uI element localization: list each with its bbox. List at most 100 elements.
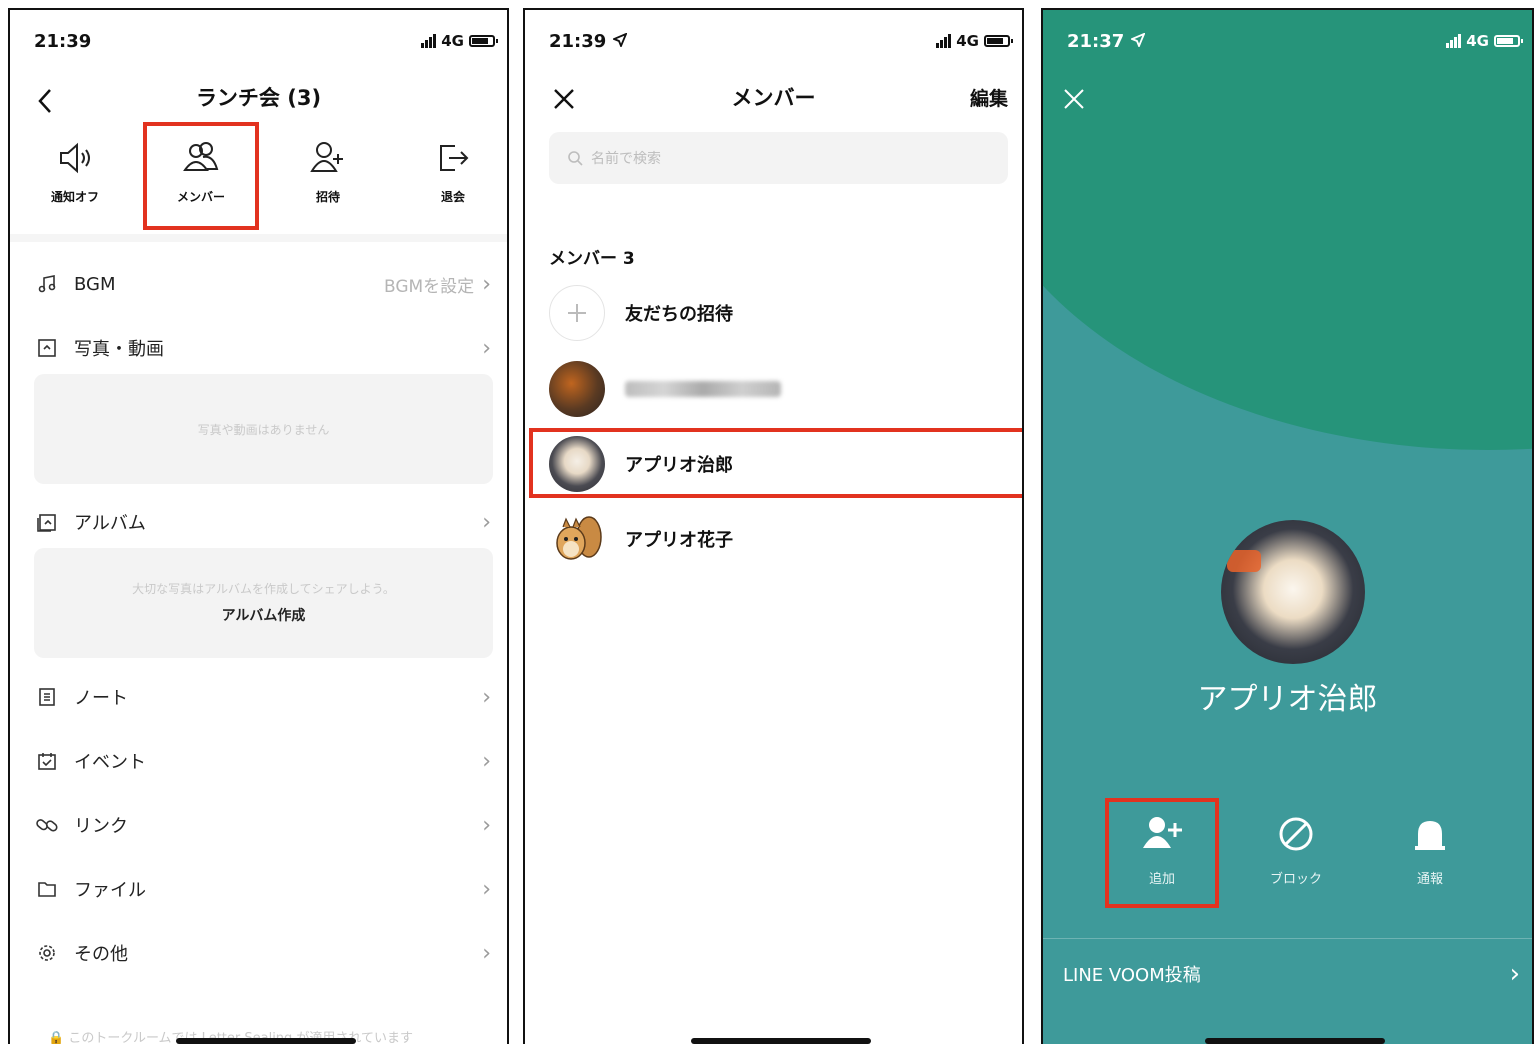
report-label: 通報: [1416, 872, 1443, 887]
status-bar: 21:39 4G: [34, 28, 498, 54]
block-label: ブロック: [1269, 872, 1322, 887]
speaker-mute-icon: [60, 142, 90, 174]
plus-icon: [549, 285, 605, 341]
member-count-header: メンバー 3: [549, 249, 635, 269]
album-row[interactable]: アルバム ›: [10, 502, 507, 542]
calendar-icon: [38, 753, 56, 770]
notification-off-button[interactable]: 通知オフ: [20, 138, 130, 205]
divider: [1043, 938, 1532, 939]
invite-button[interactable]: 招待: [273, 138, 383, 205]
profile-screen: 21:37 4G アプリオ治郎 追加 ブロック 通報 LINE VOOM投稿 ›: [1041, 8, 1534, 1044]
search-icon: [568, 151, 583, 166]
album-create-button[interactable]: アルバム作成: [34, 605, 493, 625]
bgm-value: BGMを設定: [383, 276, 475, 297]
leave-label: 退会: [440, 190, 465, 204]
notification-off-label: 通知オフ: [50, 190, 99, 204]
chevron-right-icon: ›: [482, 509, 491, 535]
leave-button[interactable]: 退会: [398, 138, 507, 205]
edit-button[interactable]: 編集: [970, 84, 1008, 111]
note-icon: [39, 688, 55, 706]
chevron-right-icon: ›: [482, 271, 491, 297]
add-friend-icon: [310, 142, 343, 172]
chevron-right-icon: ›: [482, 940, 491, 966]
file-row[interactable]: ファイル ›: [10, 869, 507, 909]
report-button[interactable]: 通報: [1375, 814, 1485, 887]
profile-avatar[interactable]: [1221, 520, 1365, 664]
close-button[interactable]: [1061, 86, 1087, 112]
event-row[interactable]: イベント ›: [10, 741, 507, 781]
photo-icon: [38, 339, 56, 357]
section-divider: [10, 234, 507, 242]
home-indicator[interactable]: [691, 1038, 871, 1044]
note-label: ノート: [74, 688, 128, 709]
members-highlight-box: [143, 122, 259, 230]
member-row-aprio-hanako[interactable]: アプリオ花子: [549, 510, 1022, 568]
note-row[interactable]: ノート ›: [10, 677, 507, 717]
line-voom-posts-row[interactable]: LINE VOOM投稿 ›: [1063, 958, 1520, 990]
invite-friends-label: 友だちの招待: [625, 304, 733, 325]
link-row[interactable]: リンク ›: [10, 805, 507, 845]
event-label: イベント: [74, 752, 146, 773]
folder-icon: [38, 882, 56, 897]
chevron-right-icon: ›: [482, 684, 491, 710]
blurred-member-name: [625, 381, 781, 397]
close-icon: [1064, 89, 1084, 109]
battery-icon: [469, 35, 498, 47]
battery-icon: [1494, 35, 1523, 47]
report-bell-icon: [1415, 821, 1445, 850]
file-label: ファイル: [74, 880, 146, 901]
member-list-screen: 21:39 4G メンバー 編集 名前で検索 メンバー 3 友だちの招待 アプリ…: [523, 8, 1024, 1044]
photos-label: 写真・動画: [74, 339, 164, 360]
link-label: リンク: [74, 816, 128, 837]
block-icon: [1279, 817, 1313, 851]
page-title: メンバー: [731, 86, 816, 110]
album-empty-box: 大切な写真はアルバムを作成してシェアしよう。 アルバム作成: [34, 548, 493, 658]
network-label: 4G: [441, 32, 464, 50]
search-placeholder: 名前で検索: [591, 151, 661, 167]
signal-icon: [421, 34, 437, 48]
network-label: 4G: [956, 32, 979, 50]
photos-empty-text: 写真や動画はありません: [197, 423, 330, 437]
invite-label: 招待: [315, 190, 340, 204]
signal-icon: [1446, 34, 1462, 48]
food-avatar: [549, 361, 605, 417]
invite-friends-row[interactable]: 友だちの招待: [549, 284, 1022, 342]
group-settings-screen: 21:39 4G ランチ会 (3) 通知オフ メンバー 招待 退会 BGM BG…: [8, 8, 509, 1044]
chevron-right-icon: ›: [1509, 959, 1520, 989]
member-row[interactable]: [549, 360, 1022, 418]
home-indicator[interactable]: [1205, 1038, 1385, 1044]
status-time: 21:37: [1067, 31, 1146, 52]
status-bar: 21:39 4G: [549, 28, 1013, 54]
member-name: アプリオ花子: [625, 530, 733, 551]
battery-icon: [984, 35, 1013, 47]
status-bar: 21:37 4G: [1067, 28, 1523, 54]
gear-icon: [39, 945, 55, 961]
status-time: 21:39: [34, 30, 92, 52]
search-input[interactable]: 名前で検索: [549, 132, 1008, 184]
status-time: 21:39: [549, 31, 628, 52]
location-arrow-icon: [1129, 31, 1146, 48]
chevron-right-icon: ›: [482, 812, 491, 838]
line-voom-label: LINE VOOM投稿: [1063, 965, 1201, 986]
chevron-right-icon: ›: [482, 876, 491, 902]
photos-empty-box: 写真や動画はありません: [34, 374, 493, 484]
network-label: 4G: [1466, 32, 1489, 50]
block-button[interactable]: ブロック: [1241, 814, 1351, 887]
other-label: その他: [74, 944, 128, 965]
album-hint: 大切な写真はアルバムを作成してシェアしよう。: [132, 582, 395, 596]
music-note-icon: [38, 275, 56, 293]
squirrel-avatar: [549, 511, 605, 567]
album-icon: [37, 514, 56, 532]
other-row[interactable]: その他 ›: [10, 933, 507, 973]
page-title: ランチ会 (3): [195, 86, 322, 110]
home-indicator[interactable]: [176, 1038, 356, 1044]
chevron-right-icon: ›: [482, 335, 491, 361]
profile-name: アプリオ治郎: [1197, 682, 1378, 717]
signal-icon: [936, 34, 952, 48]
leave-icon: [440, 145, 469, 171]
photos-row[interactable]: 写真・動画 ›: [10, 328, 507, 368]
bgm-row[interactable]: BGM BGMを設定 ›: [10, 264, 507, 304]
bgm-label: BGM: [74, 273, 116, 295]
album-label: アルバム: [74, 513, 146, 534]
add-highlight-box: [1105, 798, 1219, 908]
